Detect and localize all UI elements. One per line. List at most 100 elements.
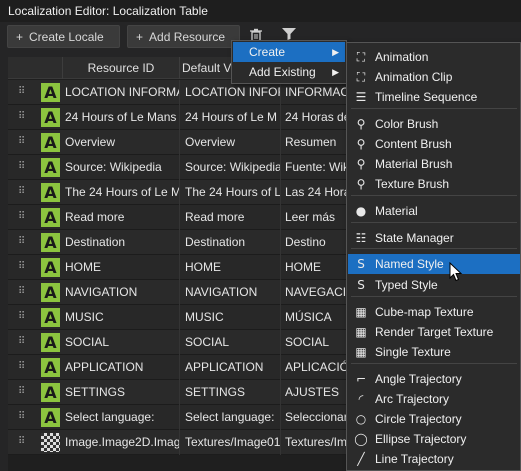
cell-id[interactable]: MUSIC (65, 305, 180, 330)
drag-handle-icon[interactable]: ⠿ (18, 361, 26, 373)
table-row[interactable]: ⠿ A SETTINGS SETTINGS AJUSTES (8, 380, 348, 405)
drag-handle-icon[interactable]: ⠿ (18, 436, 26, 448)
submenu-item-color-brush[interactable]: ⚲ Color Brush (348, 114, 520, 134)
cell-id[interactable]: APPLICATION (65, 355, 180, 380)
cell-es[interactable]: 24 Horas de (285, 105, 348, 130)
text-resource-icon: A (41, 333, 60, 352)
table-row[interactable]: ⠿ A APPLICATION APPLICATION APLICACIÓ (8, 355, 348, 380)
cell-default[interactable]: Read more (185, 205, 281, 230)
cell-id[interactable]: The 24 Hours of Le M (65, 180, 180, 205)
drag-handle-icon[interactable]: ⠿ (18, 161, 26, 173)
submenu-item-label: Render Target Texture (375, 325, 494, 339)
submenu-item-state-manager[interactable]: ☷ State Manager (348, 228, 520, 248)
cell-es[interactable]: HOME (285, 255, 348, 280)
submenu-item-label: Typed Style (375, 278, 438, 292)
drag-handle-icon[interactable]: ⠿ (18, 211, 26, 223)
drag-handle-icon[interactable]: ⠿ (18, 86, 26, 98)
cell-default[interactable]: HOME (185, 255, 281, 280)
cell-es[interactable]: Destino (285, 230, 348, 255)
cell-es[interactable]: Fuente: Wik (285, 155, 348, 180)
table-row[interactable]: ⠿ A The 24 Hours of Le M The 24 Hours of Le… (8, 180, 348, 205)
submenu-item-named-style[interactable]: S Named Style (348, 254, 520, 274)
cell-default[interactable]: MUSIC (185, 305, 281, 330)
cell-es[interactable]: NAVEGACIO (285, 280, 348, 305)
drag-handle-icon[interactable]: ⠿ (18, 236, 26, 248)
submenu-item-line-trajectory[interactable]: ╱ Line Trajectory (348, 449, 520, 469)
cell-es[interactable]: AJUSTES (285, 380, 348, 405)
drag-handle-icon[interactable]: ⠿ (18, 386, 26, 398)
table-row[interactable]: ⠿ A HOME HOME HOME (8, 255, 348, 280)
cell-default[interactable]: Textures/Image01 (185, 430, 281, 455)
cell-id[interactable]: SOCIAL (65, 330, 180, 355)
submenu-item-cubemap-texture[interactable]: ▦ Cube-map Texture (348, 302, 520, 322)
menu-item-add-existing[interactable]: Add Existing ▶ (233, 62, 345, 82)
submenu-item-circle-trajectory[interactable]: ○ Circle Trajectory (348, 409, 520, 429)
table-row[interactable]: ⠿ A Source: Wikipedia Source: Wikipedia Fuen… (8, 155, 348, 180)
cell-id[interactable]: NAVIGATION (65, 280, 180, 305)
cell-es[interactable]: Las 24 Hora (285, 180, 348, 205)
cell-default[interactable]: NAVIGATION (185, 280, 281, 305)
create-locale-button[interactable]: + Create Locale (7, 25, 120, 48)
cell-default[interactable]: Select language: (185, 405, 281, 430)
cell-id[interactable]: LOCATION INFORMAT (65, 80, 180, 105)
table-row[interactable]: ⠿ A Select language: Select language: Selecc… (8, 405, 348, 430)
table-row[interactable]: ⠿ANAVIGATIONNAVIGATIONNAVEGACIO (8, 280, 348, 305)
cell-id[interactable]: Read more (65, 205, 180, 230)
drag-handle-icon[interactable]: ⠿ (18, 111, 26, 123)
drag-handle-icon[interactable]: ⠿ (18, 336, 26, 348)
drag-handle-icon[interactable]: ⠿ (18, 311, 26, 323)
cell-id[interactable]: Image.Image2D.Image (65, 430, 180, 455)
submenu-item-content-brush[interactable]: ⚲ Content Brush (348, 134, 520, 154)
table-row[interactable]: ⠿ Image.Image2D.Image Textures/Image01 Text… (8, 430, 348, 455)
submenu-item-material-brush[interactable]: ⚲ Material Brush (348, 154, 520, 174)
drag-handle-icon[interactable]: ⠿ (18, 286, 26, 298)
submenu-item-animation-clip[interactable]: ⛶ Animation Clip (348, 67, 520, 87)
cell-id[interactable]: HOME (65, 255, 180, 280)
cell-id[interactable]: SETTINGS (65, 380, 180, 405)
table-row[interactable]: ⠿ A Destination Destination Destino (8, 230, 348, 255)
drag-handle-icon[interactable]: ⠿ (18, 261, 26, 273)
table-row[interactable]: ⠿ A Overview Overview Resumen (8, 130, 348, 155)
add-resource-button[interactable]: + Add Resource (127, 25, 240, 48)
cell-id[interactable]: Source: Wikipedia (65, 155, 180, 180)
cell-default[interactable]: The 24 Hours of Le (185, 180, 281, 205)
table-row[interactable]: ⠿ A SOCIAL SOCIAL SOCIAL (8, 330, 348, 355)
cell-id[interactable]: Overview (65, 130, 180, 155)
submenu-item-texture-brush[interactable]: ⚲ Texture Brush (348, 174, 520, 194)
cell-default[interactable]: Overview (185, 130, 281, 155)
cell-id[interactable]: 24 Hours of Le Mans (65, 105, 180, 130)
submenu-item-material[interactable]: ● Material (348, 201, 520, 221)
submenu-item-ellipse-trajectory[interactable]: ◯ Ellipse Trajectory (348, 429, 520, 449)
table-row[interactable]: ⠿ A Read more Read more Leer más (8, 205, 348, 230)
cell-default[interactable]: APPLICATION (185, 355, 281, 380)
table-row[interactable]: ⠿ A 24 Hours of Le Mans 24 Hours of Le M 24 … (8, 105, 348, 130)
cell-default[interactable]: Source: Wikipedia (185, 155, 281, 180)
menu-separator (351, 296, 517, 297)
submenu-item-render-target[interactable]: ▦ Render Target Texture (348, 322, 520, 342)
cell-es[interactable]: Seleccionar (285, 405, 348, 430)
cell-default[interactable]: SETTINGS (185, 380, 281, 405)
cell-es[interactable]: MÚSICA (285, 305, 348, 330)
cell-es[interactable]: Textures/Im (285, 430, 348, 455)
column-header-resource-id[interactable]: Resource ID (63, 57, 180, 79)
drag-handle-icon[interactable]: ⠿ (18, 136, 26, 148)
cell-es[interactable]: Resumen (285, 130, 348, 155)
cell-id[interactable]: Select language: (65, 405, 180, 430)
cell-default[interactable]: Destination (185, 230, 281, 255)
cell-es[interactable]: APLICACIÓ (285, 355, 348, 380)
submenu-item-angle-trajectory[interactable]: ⌐ Angle Trajectory (348, 369, 520, 389)
submenu-item-timeline[interactable]: ☰ Timeline Sequence (348, 87, 520, 107)
cell-id[interactable]: Destination (65, 230, 180, 255)
cell-es[interactable]: Leer más (285, 205, 348, 230)
drag-handle-icon[interactable]: ⠿ (18, 411, 26, 423)
submenu-item-animation[interactable]: ⛶ Animation (348, 47, 520, 67)
drag-handle-icon[interactable]: ⠿ (18, 186, 26, 198)
submenu-item-single-texture[interactable]: ▦ Single Texture (348, 342, 520, 362)
submenu-item-typed-style[interactable]: S Typed Style (348, 275, 520, 295)
submenu-item-arc-trajectory[interactable]: ◜ Arc Trajectory (348, 389, 520, 409)
cell-es[interactable]: SOCIAL (285, 330, 348, 355)
cell-default[interactable]: SOCIAL (185, 330, 281, 355)
cell-default[interactable]: 24 Hours of Le M (185, 105, 281, 130)
menu-item-create[interactable]: Create ▶ (233, 42, 345, 62)
table-row[interactable]: ⠿ A MUSIC MUSIC MÚSICA (8, 305, 348, 330)
